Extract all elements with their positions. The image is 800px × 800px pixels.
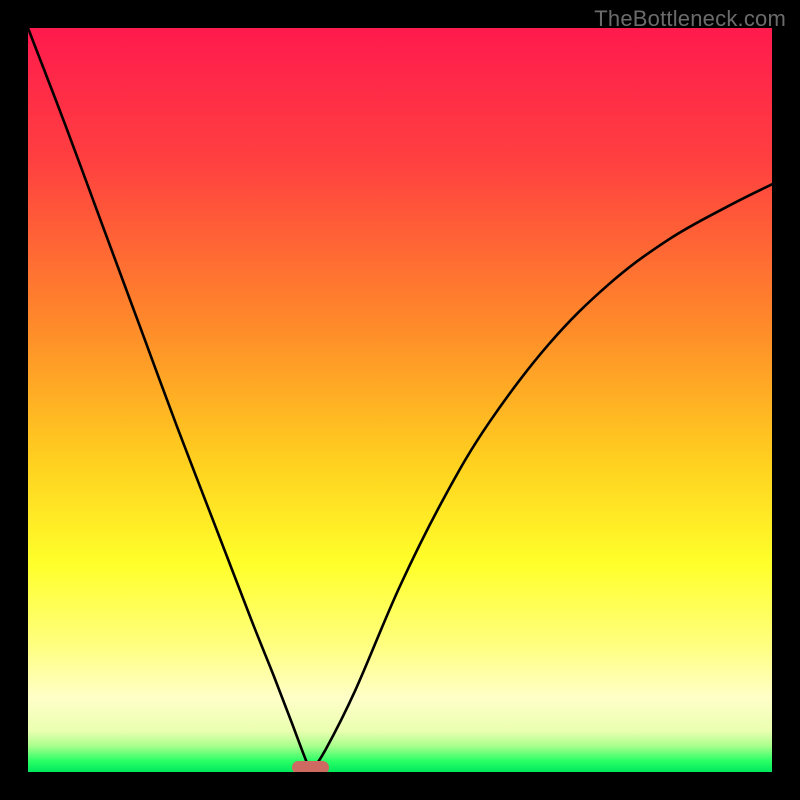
- bottleneck-curve: [28, 28, 772, 772]
- watermark-text: TheBottleneck.com: [594, 6, 786, 32]
- optimum-marker: [292, 761, 329, 772]
- outer-frame: TheBottleneck.com: [0, 0, 800, 800]
- plot-area: [28, 28, 772, 772]
